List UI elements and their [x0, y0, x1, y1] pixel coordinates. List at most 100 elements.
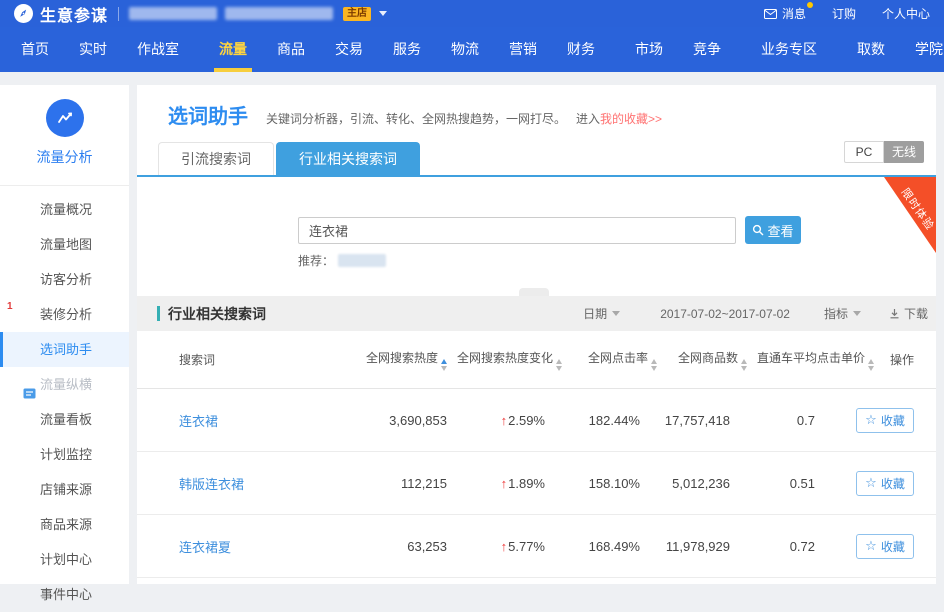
heat-change-value: 5.77% — [501, 539, 545, 554]
tab-referral-keywords[interactable]: 引流搜索词 — [158, 142, 274, 175]
table-row: 韩版连衣裙 112,215 1.89% 158.10% 5,012,236 0.… — [137, 452, 936, 515]
sidebar: 流量分析 流量概况 流量地图 访客分析 1 装修分析 选词助手 流量纵横 流量看… — [0, 85, 129, 584]
sidebar-item-decoration-analysis[interactable]: 1 装修分析 — [0, 297, 129, 332]
heat-value: 63,253 — [337, 539, 457, 554]
nav-item-market[interactable]: 市场 — [620, 27, 678, 72]
recommend-label: 推荐： — [298, 252, 334, 269]
recommend-keyword-redacted[interactable] — [338, 254, 386, 267]
heat-change-value: 2.59% — [501, 413, 545, 428]
heat-value: 112,215 — [337, 476, 457, 491]
tab-bar: 引流搜索词 行业相关搜索词 — [158, 142, 422, 175]
search-button[interactable]: 查看 — [745, 216, 801, 244]
nav-item-products[interactable]: 商品 — [262, 27, 320, 72]
ctr-value: 158.10% — [555, 476, 650, 491]
nav-item-trade[interactable]: 交易 — [320, 27, 378, 72]
divider — [118, 7, 119, 21]
tab-underline — [137, 175, 936, 177]
sidebar-item-keyword-helper[interactable]: 选词助手 — [0, 332, 129, 367]
table-row: 连衣裙夏 63,253 5.77% 168.49% 11,978,929 0.7… — [137, 515, 936, 578]
date-range-value[interactable]: 2017-07-02~2017-07-02 — [660, 307, 790, 321]
nav-item-home[interactable]: 首页 — [6, 27, 64, 72]
ppc-value: 0.51 — [740, 476, 825, 491]
col-ctr[interactable]: 全网点击率 — [572, 349, 667, 371]
sidebar-item-visitor-analysis[interactable]: 访客分析 — [0, 262, 129, 297]
store-name-redacted — [225, 7, 333, 20]
download-button[interactable]: 下载 — [889, 305, 928, 322]
table-row: 连衣裙 3,690,853 2.59% 182.44% 17,757,418 0… — [137, 389, 936, 452]
nav-item-traffic[interactable]: 流量 — [204, 27, 262, 72]
nav-item-academy[interactable]: 学院 — [900, 27, 944, 72]
section-header: 行业相关搜索词 日期 2017-07-02~2017-07-02 指标 下载 — [137, 296, 936, 331]
messages-label: 消息 — [782, 5, 806, 22]
col-search-heat[interactable]: 全网搜索热度 — [337, 349, 457, 371]
col-heat-change[interactable]: 全网搜索热度变化 — [457, 349, 572, 371]
enter-label: 进入 — [576, 110, 600, 127]
nav-item-marketing[interactable]: 营销 — [494, 27, 552, 72]
sidebar-item-event-center[interactable]: 事件中心 — [0, 577, 129, 612]
keyword-link[interactable]: 连衣裙夏 — [157, 537, 337, 556]
personal-center-link[interactable]: 个人中心 — [882, 5, 930, 22]
sidebar-header: 流量分析 — [0, 85, 129, 186]
col-actions: 操作 — [884, 351, 916, 368]
store-switch-chevron-icon[interactable] — [379, 11, 387, 16]
sort-icon — [441, 359, 447, 371]
keyword-link[interactable]: 韩版连衣裙 — [157, 474, 337, 493]
section-title: 行业相关搜索词 — [168, 304, 266, 324]
sidebar-item-traffic-board[interactable]: 流量看板 — [0, 402, 129, 437]
subscribe-link[interactable]: 订购 — [832, 5, 856, 22]
date-dropdown[interactable]: 日期 — [583, 305, 620, 322]
favorite-button[interactable]: 收藏 — [856, 471, 914, 496]
ctr-value: 168.49% — [555, 539, 650, 554]
keyword-link[interactable]: 连衣裙 — [157, 411, 337, 430]
nav-item-finance[interactable]: 财务 — [552, 27, 610, 72]
date-label: 日期 — [583, 305, 607, 322]
my-favorites-link[interactable]: 我的收藏>> — [600, 110, 662, 127]
sidebar-section-title: 流量分析 — [0, 147, 129, 167]
notification-badge: 1 — [7, 301, 13, 313]
nav-item-logistics[interactable]: 物流 — [436, 27, 494, 72]
sort-icon — [556, 359, 562, 371]
sidebar-item-shop-source[interactable]: 店铺来源 — [0, 472, 129, 507]
messages-link[interactable]: 消息 — [764, 5, 806, 22]
download-label: 下载 — [904, 305, 928, 322]
app-logo-icon — [14, 4, 33, 23]
heat-value: 3,690,853 — [337, 413, 457, 428]
nav-item-war-room[interactable]: 作战室 — [122, 27, 194, 72]
device-toggle: PC 无线 — [844, 141, 924, 163]
sidebar-item-product-source[interactable]: 商品来源 — [0, 507, 129, 542]
heat-change-value: 1.89% — [501, 476, 545, 491]
nav-item-data-extract[interactable]: 取数 — [842, 27, 900, 72]
ctr-value: 182.44% — [555, 413, 650, 428]
envelope-icon — [764, 9, 777, 19]
nav-item-business-zone[interactable]: 业务专区 — [746, 27, 832, 72]
favorite-button[interactable]: 收藏 — [856, 534, 914, 559]
star-icon — [865, 539, 877, 553]
metric-dropdown[interactable]: 指标 — [824, 305, 861, 322]
page-title: 选词助手 — [168, 100, 248, 129]
store-name-redacted — [129, 7, 217, 20]
toggle-pc-button[interactable]: PC — [844, 141, 884, 163]
star-icon — [865, 476, 877, 490]
nav-item-realtime[interactable]: 实时 — [64, 27, 122, 72]
nav-item-competition[interactable]: 竞争 — [678, 27, 736, 72]
col-product-count[interactable]: 全网商品数 — [667, 349, 757, 371]
favorite-button[interactable]: 收藏 — [856, 408, 914, 433]
limited-time-ribbon[interactable]: 限时体验 — [884, 177, 936, 253]
main-content: 选词助手 关键词分析器，引流、转化、全网热搜趋势，一网打尽。 进入 我的收藏>>… — [137, 85, 936, 584]
sidebar-item-traffic-map[interactable]: 流量地图 — [0, 227, 129, 262]
sidebar-item-traffic-overview[interactable]: 流量概况 — [0, 192, 129, 227]
tab-industry-keywords[interactable]: 行业相关搜索词 — [276, 142, 420, 175]
product-count-value: 5,012,236 — [650, 476, 740, 491]
sidebar-item-label: 装修分析 — [40, 307, 92, 322]
sidebar-item-plan-monitor[interactable]: 计划监控 — [0, 437, 129, 472]
sidebar-item-traffic-matrix[interactable]: 流量纵横 — [0, 367, 129, 402]
toggle-wireless-button[interactable]: 无线 — [884, 141, 924, 163]
sidebar-item-plan-center[interactable]: 计划中心 — [0, 542, 129, 577]
search-button-label: 查看 — [767, 221, 793, 240]
keyword-search-input[interactable] — [298, 217, 736, 244]
table-header-row: 搜索词 全网搜索热度 全网搜索热度变化 全网点击率 全网商品数 直通车平均点击单… — [137, 331, 936, 389]
collapse-handle[interactable] — [519, 288, 549, 296]
nav-item-service[interactable]: 服务 — [378, 27, 436, 72]
search-icon — [752, 224, 764, 236]
col-avg-ppc[interactable]: 直通车平均点击单价 — [757, 349, 884, 371]
